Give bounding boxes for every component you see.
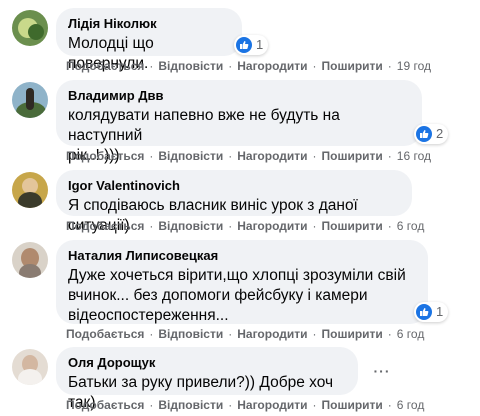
comment-bubble: Лідія Ніколюк Молодці що повернули. bbox=[56, 8, 242, 72]
share-link[interactable]: Поширити bbox=[322, 219, 383, 233]
like-link[interactable]: Подобається bbox=[66, 219, 144, 233]
reaction-number: 2 bbox=[436, 126, 444, 141]
comment-text-line: відеоспостереження... bbox=[68, 307, 229, 324]
comment-author[interactable]: Оля Дорощук bbox=[68, 355, 346, 371]
comment-bubble: Igor Valentinovich Я сподіваюсь власник … bbox=[56, 170, 412, 234]
comment-author[interactable]: Наталия Липисовецкая bbox=[68, 248, 416, 264]
award-link[interactable]: Нагородити bbox=[237, 59, 307, 73]
avatar[interactable] bbox=[12, 172, 48, 208]
comment-actions: Подобається · Відповісти · Нагородити · Пош… bbox=[66, 59, 432, 73]
award-link[interactable]: Нагородити bbox=[237, 149, 307, 163]
award-link[interactable]: Нагородити bbox=[237, 398, 307, 412]
comment-text-line: Дуже хочеться вірити,що хлопці зрозуміли… bbox=[68, 267, 406, 284]
thumbs-up-icon bbox=[416, 304, 432, 320]
share-link[interactable]: Поширити bbox=[322, 149, 383, 163]
more-options-button[interactable]: ··· bbox=[370, 359, 394, 383]
reply-link[interactable]: Відповісти bbox=[158, 219, 223, 233]
reaction-number: 1 bbox=[256, 37, 264, 52]
reply-link[interactable]: Відповісти bbox=[158, 327, 223, 341]
comment-bubble: Наталия Липисовецкая Дуже хочеться вірит… bbox=[56, 240, 428, 324]
comment-text-line: вчинок... без допомоги фейсбуку і камери bbox=[68, 287, 368, 304]
timestamp[interactable]: 16 год bbox=[397, 149, 431, 163]
like-link[interactable]: Подобається bbox=[66, 149, 144, 163]
like-link[interactable]: Подобається bbox=[66, 59, 144, 73]
comment-actions: Подобається · Відповісти · Нагородити · Пош… bbox=[66, 219, 425, 233]
reaction-count[interactable]: 1 bbox=[234, 35, 269, 55]
timestamp[interactable]: 19 год bbox=[397, 59, 431, 73]
reaction-count[interactable]: 1 bbox=[414, 302, 449, 322]
award-link[interactable]: Нагородити bbox=[237, 219, 307, 233]
thumbs-up-icon bbox=[236, 37, 252, 53]
avatar[interactable] bbox=[12, 10, 48, 46]
timestamp[interactable]: 6 год bbox=[397, 398, 425, 412]
timestamp[interactable]: 6 год bbox=[397, 219, 425, 233]
share-link[interactable]: Поширити bbox=[322, 59, 383, 73]
comment-bubble: Оля Дорощук Батьки за руку привели?)) До… bbox=[56, 347, 358, 411]
comment-actions: Подобається · Відповісти · Нагородити · Пош… bbox=[66, 149, 432, 163]
avatar[interactable] bbox=[12, 82, 48, 118]
reply-link[interactable]: Відповісти bbox=[158, 398, 223, 412]
reply-link[interactable]: Відповісти bbox=[158, 149, 223, 163]
comment-actions: Подобається · Відповісти · Нагородити · Пош… bbox=[66, 327, 425, 341]
share-link[interactable]: Поширити bbox=[322, 398, 383, 412]
comment-author[interactable]: Igor Valentinovich bbox=[68, 178, 400, 194]
reaction-number: 1 bbox=[436, 304, 444, 319]
avatar[interactable] bbox=[12, 349, 48, 385]
like-link[interactable]: Подобається bbox=[66, 327, 144, 341]
like-link[interactable]: Подобається bbox=[66, 398, 144, 412]
more-dots-icon: ··· bbox=[373, 363, 391, 379]
avatar[interactable] bbox=[12, 242, 48, 278]
comment-author[interactable]: Лідія Ніколюк bbox=[68, 16, 230, 32]
reaction-count[interactable]: 2 bbox=[414, 124, 449, 144]
timestamp[interactable]: 6 год bbox=[397, 327, 425, 341]
comment-actions: Подобається · Відповісти · Нагородити · Пош… bbox=[66, 398, 425, 412]
award-link[interactable]: Нагородити bbox=[237, 327, 307, 341]
comment-author[interactable]: Владимир Двв bbox=[68, 88, 410, 104]
reply-link[interactable]: Відповісти bbox=[158, 59, 223, 73]
comment-bubble: Владимир Двв колядувати напевно вже не б… bbox=[56, 80, 422, 164]
comment-text-line: колядувати напевно вже не будуть на наст… bbox=[68, 107, 340, 144]
thumbs-up-icon bbox=[416, 126, 432, 142]
share-link[interactable]: Поширити bbox=[322, 327, 383, 341]
